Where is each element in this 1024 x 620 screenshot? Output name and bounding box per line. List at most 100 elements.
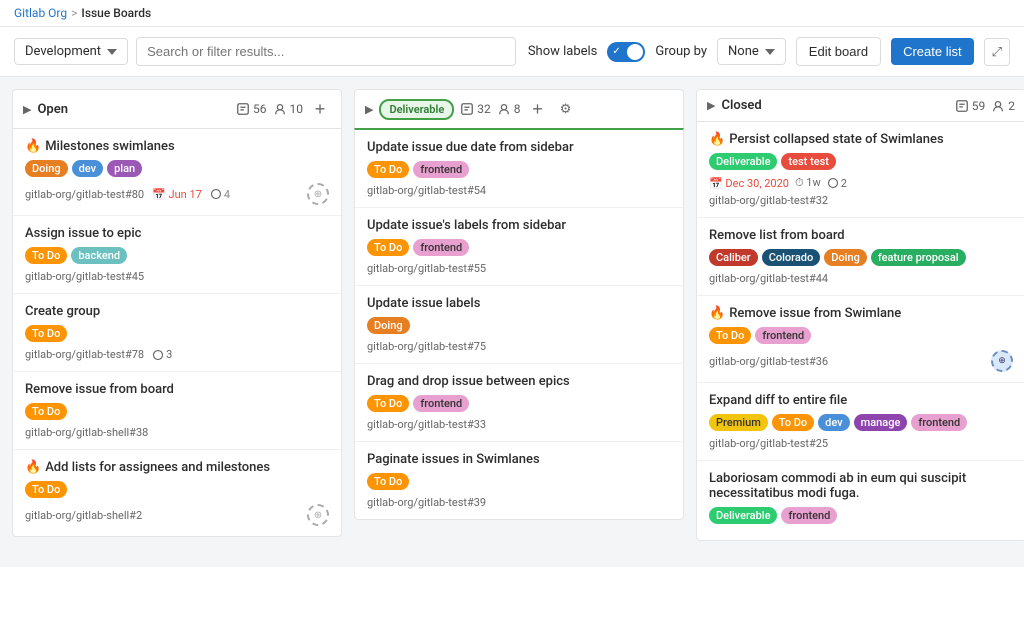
card-avatar-dotted: ⊕ — [991, 350, 1013, 372]
breadcrumb-org[interactable]: Gitlab Org — [14, 6, 67, 20]
label-dev: dev — [818, 414, 849, 431]
card-ref: gitlab-org/gitlab-test#32 — [709, 194, 1013, 207]
breadcrumb-sep: > — [71, 6, 77, 20]
label-frontend: frontend — [413, 161, 469, 178]
column-open-cards: 🔥 Milestones swimlanes Doing dev plan gi… — [12, 128, 342, 537]
card-open-3[interactable]: Create group To Do gitlab-org/gitlab-tes… — [13, 294, 341, 372]
card-labels: To Do — [25, 481, 329, 498]
label-manage: manage — [854, 414, 908, 431]
breadcrumb: Gitlab Org > Issue Boards — [0, 0, 1024, 27]
card-labels: To Do — [367, 473, 671, 490]
assignee-icon — [497, 102, 511, 116]
show-labels-toggle[interactable]: ✓ — [607, 42, 645, 62]
label-deliverable: Deliverable — [709, 153, 777, 170]
column-deliverable-assignee-count: 8 — [497, 102, 521, 116]
card-closed-4[interactable]: Expand diff to entire file Premium To Do… — [697, 383, 1024, 461]
column-deliverable-chevron[interactable]: ▶ — [365, 103, 373, 116]
card-title: 🔥 Milestones swimlanes — [25, 139, 329, 154]
label-premium: Premium — [709, 414, 768, 431]
label-frontend: frontend — [413, 239, 469, 256]
card-meta: gitlab-org/gitlab-test#75 — [367, 340, 671, 353]
column-open-add-button[interactable]: + — [309, 98, 331, 120]
card-del-3[interactable]: Update issue labels Doing gitlab-org/git… — [355, 286, 683, 364]
card-del-2[interactable]: Update issue's labels from sidebar To Do… — [355, 208, 683, 286]
label-todo: To Do — [772, 414, 814, 431]
column-deliverable-add-button[interactable]: + — [527, 98, 549, 120]
label-doing: Doing — [367, 317, 410, 334]
column-closed-issue-count: 59 — [955, 99, 986, 113]
card-date: 📅 Jun 17 — [152, 188, 202, 201]
label-doing: Doing — [25, 160, 68, 177]
group-by-text: Group by — [655, 44, 707, 59]
board: ▶ Open 56 10 + 🔥 Milestones swimlanes Do… — [0, 77, 1024, 567]
card-open-4[interactable]: Remove issue from board To Do gitlab-org… — [13, 372, 341, 450]
board-select-label: Development — [25, 44, 101, 59]
column-deliverable-cards: Update issue due date from sidebar To Do… — [354, 128, 684, 520]
label-frontend: frontend — [781, 507, 837, 524]
weight-icon — [152, 349, 164, 361]
board-select-dropdown[interactable]: Development — [14, 38, 128, 65]
card-title: Update issue due date from sidebar — [367, 140, 671, 155]
label-dev: dev — [72, 160, 103, 177]
label-caliber: Caliber — [709, 249, 758, 266]
label-todo: To Do — [25, 247, 67, 264]
card-del-5[interactable]: Paginate issues in Swimlanes To Do gitla… — [355, 442, 683, 519]
card-open-1[interactable]: 🔥 Milestones swimlanes Doing dev plan gi… — [13, 129, 341, 216]
column-closed-assignee-count: 2 — [991, 99, 1015, 113]
create-list-button[interactable]: Create list — [891, 38, 974, 65]
issue-count-icon — [236, 102, 250, 116]
card-meta: gitlab-org/gitlab-test#36 ⊕ — [709, 350, 1013, 372]
card-labels: To Do — [25, 325, 329, 342]
column-open-title: Open — [37, 102, 230, 117]
column-closed-chevron[interactable]: ▶ — [707, 99, 715, 112]
card-weight: 4 — [210, 188, 230, 201]
card-meta: gitlab-org/gitlab-test#39 — [367, 496, 671, 509]
column-open-issue-count: 56 — [236, 102, 267, 116]
card-labels: Deliverable test test — [709, 153, 1013, 170]
card-title: 🔥 Persist collapsed state of Swimlanes — [709, 132, 1013, 147]
label-todo: To Do — [367, 161, 409, 178]
assignee-count-icon — [273, 102, 287, 116]
card-closed-3[interactable]: 🔥 Remove issue from Swimlane To Do front… — [697, 296, 1024, 383]
label-todo: To Do — [367, 473, 409, 490]
card-labels: To Do frontend — [367, 239, 671, 256]
card-ref: gitlab-org/gitlab-test#80 — [25, 188, 144, 201]
label-feature: feature proposal — [871, 249, 966, 266]
fullscreen-button[interactable]: ⤢ — [984, 38, 1010, 66]
issue-icon — [955, 99, 969, 113]
label-deliverable: Deliverable — [709, 507, 777, 524]
group-by-dropdown[interactable]: None — [717, 38, 786, 65]
card-labels: To Do — [25, 403, 329, 420]
card-title-icon: 🔥 — [25, 139, 41, 154]
column-deliverable-settings-button[interactable]: ⚙ — [555, 98, 577, 120]
card-meta: gitlab-org/gitlab-test#45 — [25, 270, 329, 283]
show-labels-text: Show labels — [528, 44, 598, 59]
card-del-4[interactable]: Drag and drop issue between epics To Do … — [355, 364, 683, 442]
label-doing: Doing — [824, 249, 867, 266]
search-input[interactable] — [136, 37, 516, 66]
card-title: Paginate issues in Swimlanes — [367, 452, 671, 467]
label-test: test test — [781, 153, 836, 170]
card-closed-2[interactable]: Remove list from board Caliber Colorado … — [697, 218, 1024, 296]
card-closed-5[interactable]: Laboriosam commodi ab in eum qui suscipi… — [697, 461, 1024, 540]
assignee-icon — [991, 99, 1005, 113]
column-closed-cards: 🔥 Persist collapsed state of Swimlanes D… — [696, 121, 1024, 541]
card-meta: 📅 Dec 30, 2020 ⏱ 1w 2 — [709, 176, 1013, 190]
toolbar-right: Show labels ✓ Group by None Edit board C… — [528, 37, 1010, 66]
label-frontend: frontend — [755, 327, 811, 344]
card-avatar-dotted: ⊕ — [307, 504, 329, 526]
edit-board-button[interactable]: Edit board — [796, 37, 881, 66]
label-backend: backend — [71, 247, 127, 264]
card-del-1[interactable]: Update issue due date from sidebar To Do… — [355, 130, 683, 208]
card-title: Drag and drop issue between epics — [367, 374, 671, 389]
card-title: 🔥 Remove issue from Swimlane — [709, 306, 1013, 321]
card-closed-1[interactable]: 🔥 Persist collapsed state of Swimlanes D… — [697, 122, 1024, 218]
label-todo: To Do — [25, 403, 67, 420]
card-meta: gitlab-org/gitlab-shell#38 — [25, 426, 329, 439]
label-frontend: frontend — [911, 414, 967, 431]
column-open-chevron[interactable]: ▶ — [23, 103, 31, 116]
card-title: 🔥 Add lists for assignees and milestones — [25, 460, 329, 475]
column-deliverable-issue-count: 32 — [460, 102, 491, 116]
card-open-2[interactable]: Assign issue to epic To Do backend gitla… — [13, 216, 341, 294]
card-open-5[interactable]: 🔥 Add lists for assignees and milestones… — [13, 450, 341, 536]
